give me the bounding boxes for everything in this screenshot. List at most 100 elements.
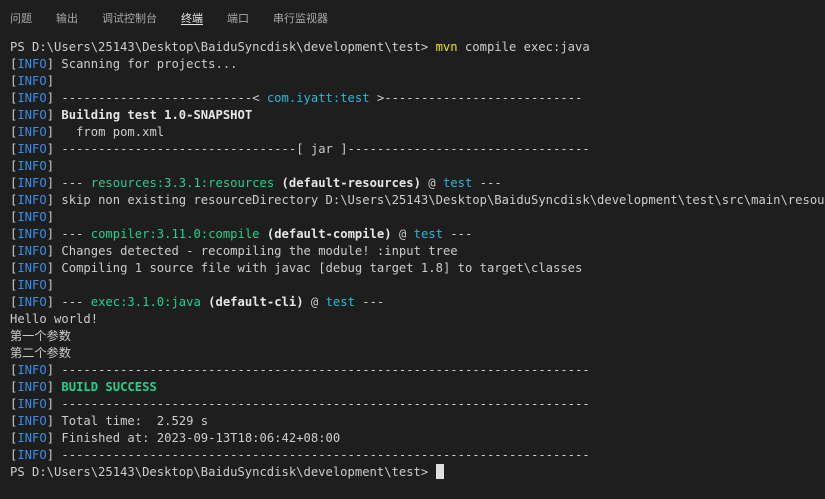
info-bracket-close: ] xyxy=(46,278,62,292)
terminal-line: [INFO] xyxy=(10,209,825,226)
info-level-tag: INFO xyxy=(17,125,47,139)
terminal-line: [INFO] --- exec:3.1.0:java (default-cli)… xyxy=(10,294,825,311)
terminal-text: (default-resources) xyxy=(281,176,421,190)
terminal-line: [INFO] Changes detected - recompiling th… xyxy=(10,243,825,260)
terminal-text: Compiling 1 source file with javac [debu… xyxy=(61,261,583,275)
terminal-text: Changes detected - recompiling the modul… xyxy=(61,244,458,258)
info-level-tag: INFO xyxy=(17,176,47,190)
terminal-text: ----------------------------------------… xyxy=(61,363,590,377)
info-level-tag: INFO xyxy=(17,363,47,377)
terminal-line: [INFO] xyxy=(10,158,825,175)
terminal-text: --- xyxy=(442,227,473,241)
terminal-text: --------------------------< xyxy=(61,91,267,105)
info-bracket-close: ] xyxy=(46,108,62,122)
terminal-text: @ xyxy=(420,176,443,190)
terminal-text: --- xyxy=(61,227,91,241)
info-level-tag: INFO xyxy=(17,295,47,309)
info-bracket-close: ] xyxy=(46,261,62,275)
info-bracket-close: ] xyxy=(46,448,62,462)
terminal-line: 第一个参数 xyxy=(10,328,825,345)
terminal-line: [INFO] Finished at: 2023-09-13T18:06:42+… xyxy=(10,430,825,447)
terminal-text: --- xyxy=(472,176,502,190)
terminal-line: [INFO] xyxy=(10,277,825,294)
terminal-text: 第二个参数 xyxy=(10,346,71,360)
terminal-line: [INFO] --- resources:3.3.1:resources (de… xyxy=(10,175,825,192)
tab-terminal[interactable]: 终端 xyxy=(181,0,203,25)
info-level-tag: INFO xyxy=(17,261,47,275)
tab-output[interactable]: 输出 xyxy=(56,0,78,25)
terminal-line: [INFO] skip non existing resourceDirecto… xyxy=(10,192,825,209)
terminal-text: compile exec:java xyxy=(457,40,590,54)
terminal-line: PS D:\Users\25143\Desktop\BaiduSyncdisk\… xyxy=(10,464,825,481)
terminal-text: --- xyxy=(354,295,385,309)
terminal-text: from pom.xml xyxy=(61,125,165,139)
info-bracket-close: ] xyxy=(46,227,62,241)
terminal-text: @ xyxy=(303,295,326,309)
info-bracket-close: ] xyxy=(46,380,62,394)
info-level-tag: INFO xyxy=(17,414,47,428)
terminal-text: test xyxy=(325,295,355,309)
info-bracket-close: ] xyxy=(46,210,62,224)
terminal-text: Total time: 2.529 s xyxy=(61,414,209,428)
info-level-tag: INFO xyxy=(17,397,47,411)
terminal-text: >--------------------------- xyxy=(369,91,583,105)
terminal-text: ----------------------------------------… xyxy=(61,397,590,411)
terminal-text: --- xyxy=(61,176,91,190)
info-bracket-close: ] xyxy=(46,142,62,156)
info-level-tag: INFO xyxy=(17,431,47,445)
info-level-tag: INFO xyxy=(17,142,47,156)
tab-problems[interactable]: 问题 xyxy=(10,0,32,25)
info-level-tag: INFO xyxy=(17,380,47,394)
terminal-text: Building test 1.0-SNAPSHOT xyxy=(61,108,253,122)
terminal-line: Hello world! xyxy=(10,311,825,328)
info-bracket-close: ] xyxy=(46,57,62,71)
terminal-text: test xyxy=(413,227,443,241)
info-bracket-close: ] xyxy=(46,74,62,88)
terminal-line: [INFO] ---------------------------------… xyxy=(10,362,825,379)
terminal-line: [INFO] ---------------------------------… xyxy=(10,396,825,413)
info-level-tag: INFO xyxy=(17,57,47,71)
info-bracket-close: ] xyxy=(46,91,62,105)
info-level-tag: INFO xyxy=(17,278,47,292)
terminal-line: [INFO] --------------------------< com.i… xyxy=(10,90,825,107)
terminal-text: BUILD SUCCESS xyxy=(61,380,157,394)
terminal-text: skip non existing resourceDirectory D:\U… xyxy=(61,193,825,207)
terminal-line: 第二个参数 xyxy=(10,345,825,362)
tab-debug-console[interactable]: 调试控制台 xyxy=(102,0,157,25)
terminal-text: 第一个参数 xyxy=(10,329,71,343)
info-level-tag: INFO xyxy=(17,227,47,241)
info-level-tag: INFO xyxy=(17,244,47,258)
info-level-tag: INFO xyxy=(17,108,47,122)
terminal-line: [INFO] ---------------------------------… xyxy=(10,447,825,464)
info-bracket-close: ] xyxy=(46,414,62,428)
info-bracket-close: ] xyxy=(46,244,62,258)
terminal-line: [INFO] Compiling 1 source file with java… xyxy=(10,260,825,277)
terminal-text: Scanning for projects... xyxy=(61,57,238,71)
terminal-line: [INFO] Building test 1.0-SNAPSHOT xyxy=(10,107,825,124)
terminal-text: (default-cli) xyxy=(208,295,304,309)
tab-ports[interactable]: 端口 xyxy=(227,0,249,25)
info-bracket-close: ] xyxy=(46,125,62,139)
info-level-tag: INFO xyxy=(17,448,47,462)
terminal-line: [INFO] BUILD SUCCESS xyxy=(10,379,825,396)
terminal-text: (default-compile) xyxy=(266,227,392,241)
info-level-tag: INFO xyxy=(17,210,47,224)
terminal-text: compiler:3.11.0:compile xyxy=(90,227,260,241)
info-bracket-close: ] xyxy=(46,159,62,173)
info-bracket-close: ] xyxy=(46,363,62,377)
terminal-line: [INFO] from pom.xml xyxy=(10,124,825,141)
terminal-text: --------------------------------[ jar ]-… xyxy=(61,142,590,156)
terminal-text: PS D:\Users\25143\Desktop\BaiduSyncdisk\… xyxy=(10,40,436,54)
tab-serial-monitor[interactable]: 串行监视器 xyxy=(273,0,328,25)
terminal-text: resources:3.3.1:resources xyxy=(90,176,275,190)
terminal-text: mvn xyxy=(435,40,458,54)
info-level-tag: INFO xyxy=(17,74,47,88)
terminal-output[interactable]: PS D:\Users\25143\Desktop\BaiduSyncdisk\… xyxy=(10,39,825,481)
terminal-line: [INFO] --- compiler:3.11.0:compile (defa… xyxy=(10,226,825,243)
terminal-text: Hello world! xyxy=(10,312,99,326)
terminal-cursor xyxy=(435,464,444,479)
info-bracket-close: ] xyxy=(46,397,62,411)
terminal-text: ----------------------------------------… xyxy=(61,448,590,462)
